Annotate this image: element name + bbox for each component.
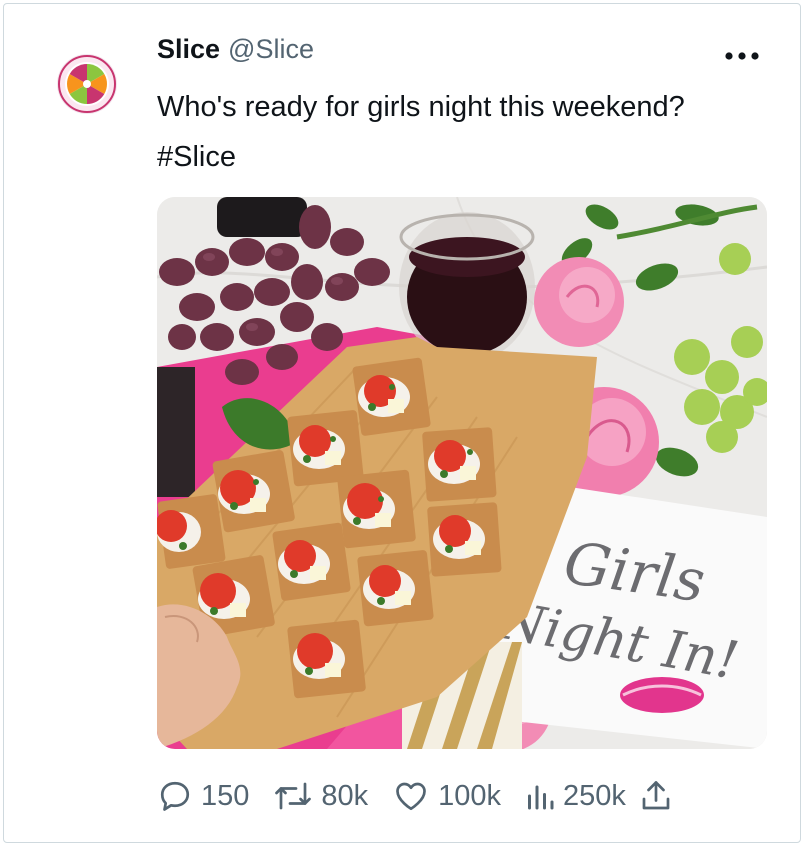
reply-icon [157,778,193,814]
tweet-header: Slice @Slice [157,34,314,74]
heart-icon [392,778,430,814]
user-handle[interactable]: @Slice [228,34,314,65]
views-icon [525,778,555,814]
display-name[interactable]: Slice [157,34,220,65]
share-icon [638,778,674,814]
citrus-slice-logo [58,55,116,113]
girls-night-photo: Girls Night In! [157,197,767,749]
retweet-icon [273,778,313,814]
more-horizontal-icon [725,52,759,60]
tweet-actions: 150 80k 100k 250k [157,764,698,828]
share-button[interactable] [638,778,674,814]
avatar[interactable] [57,54,117,114]
tweet-card[interactable]: Slice @Slice Who's ready for girls night… [3,3,801,843]
tweet-image[interactable]: Girls Night In! [157,197,767,749]
like-count: 100k [438,779,502,812]
like-button[interactable]: 100k [392,778,501,814]
more-options-button[interactable] [716,38,768,74]
reply-button[interactable]: 150 [157,778,249,814]
reply-count: 150 [201,779,250,812]
retweet-button[interactable]: 80k [273,778,368,814]
views-count: 250k [563,779,626,812]
retweet-count: 80k [321,779,369,812]
views-button[interactable]: 250k [525,778,626,814]
tweet-text: Who's ready for girls night this weekend… [157,91,685,173]
